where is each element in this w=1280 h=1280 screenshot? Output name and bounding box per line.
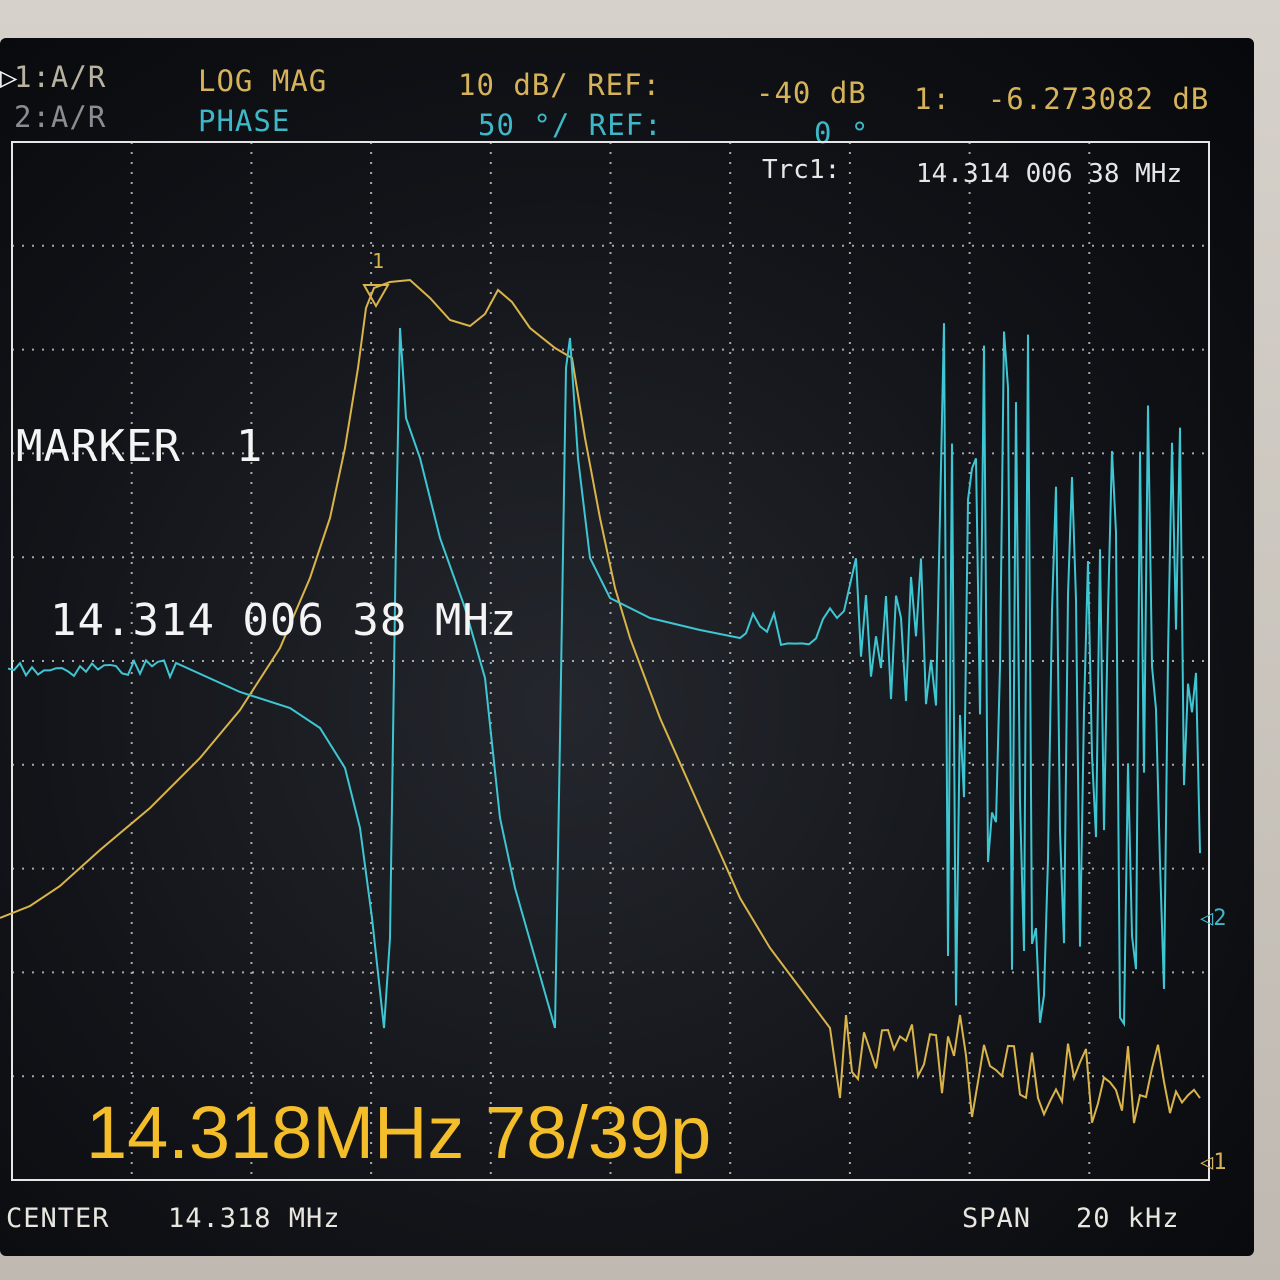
ch2-ref-arrow: ◁2 [1200, 906, 1227, 931]
marker-annotation: MARKER 1 14.314 006 38 MHz [16, 302, 517, 766]
marker-1-tick-label: 1 [372, 249, 384, 273]
marker-title: MARKER 1 [16, 421, 264, 472]
trace-info-label: Trc1: [762, 155, 840, 185]
span-label[interactable]: SPAN [962, 1203, 1031, 1234]
ch1-ref-arrow: ◁1 [1200, 1150, 1227, 1175]
photo-caption-overlay: 14.318MHz 78/39p [86, 1091, 712, 1174]
center-label[interactable]: CENTER [6, 1203, 110, 1234]
span-value[interactable]: 20 kHz [1076, 1203, 1180, 1234]
ch1-ref-mark: 1 [1213, 1150, 1227, 1175]
marker-frequency: 14.314 006 38 MHz [50, 595, 518, 646]
trace-info-value: 14.314 006 38 MHz [916, 159, 1182, 189]
ch2-ref-mark: 2 [1213, 906, 1227, 931]
analyzer-screen: ▷ 1:A/R 2:A/R LOG MAG PHASE 10 dB/ REF: … [0, 38, 1254, 1256]
center-value[interactable]: 14.318 MHz [168, 1203, 341, 1234]
